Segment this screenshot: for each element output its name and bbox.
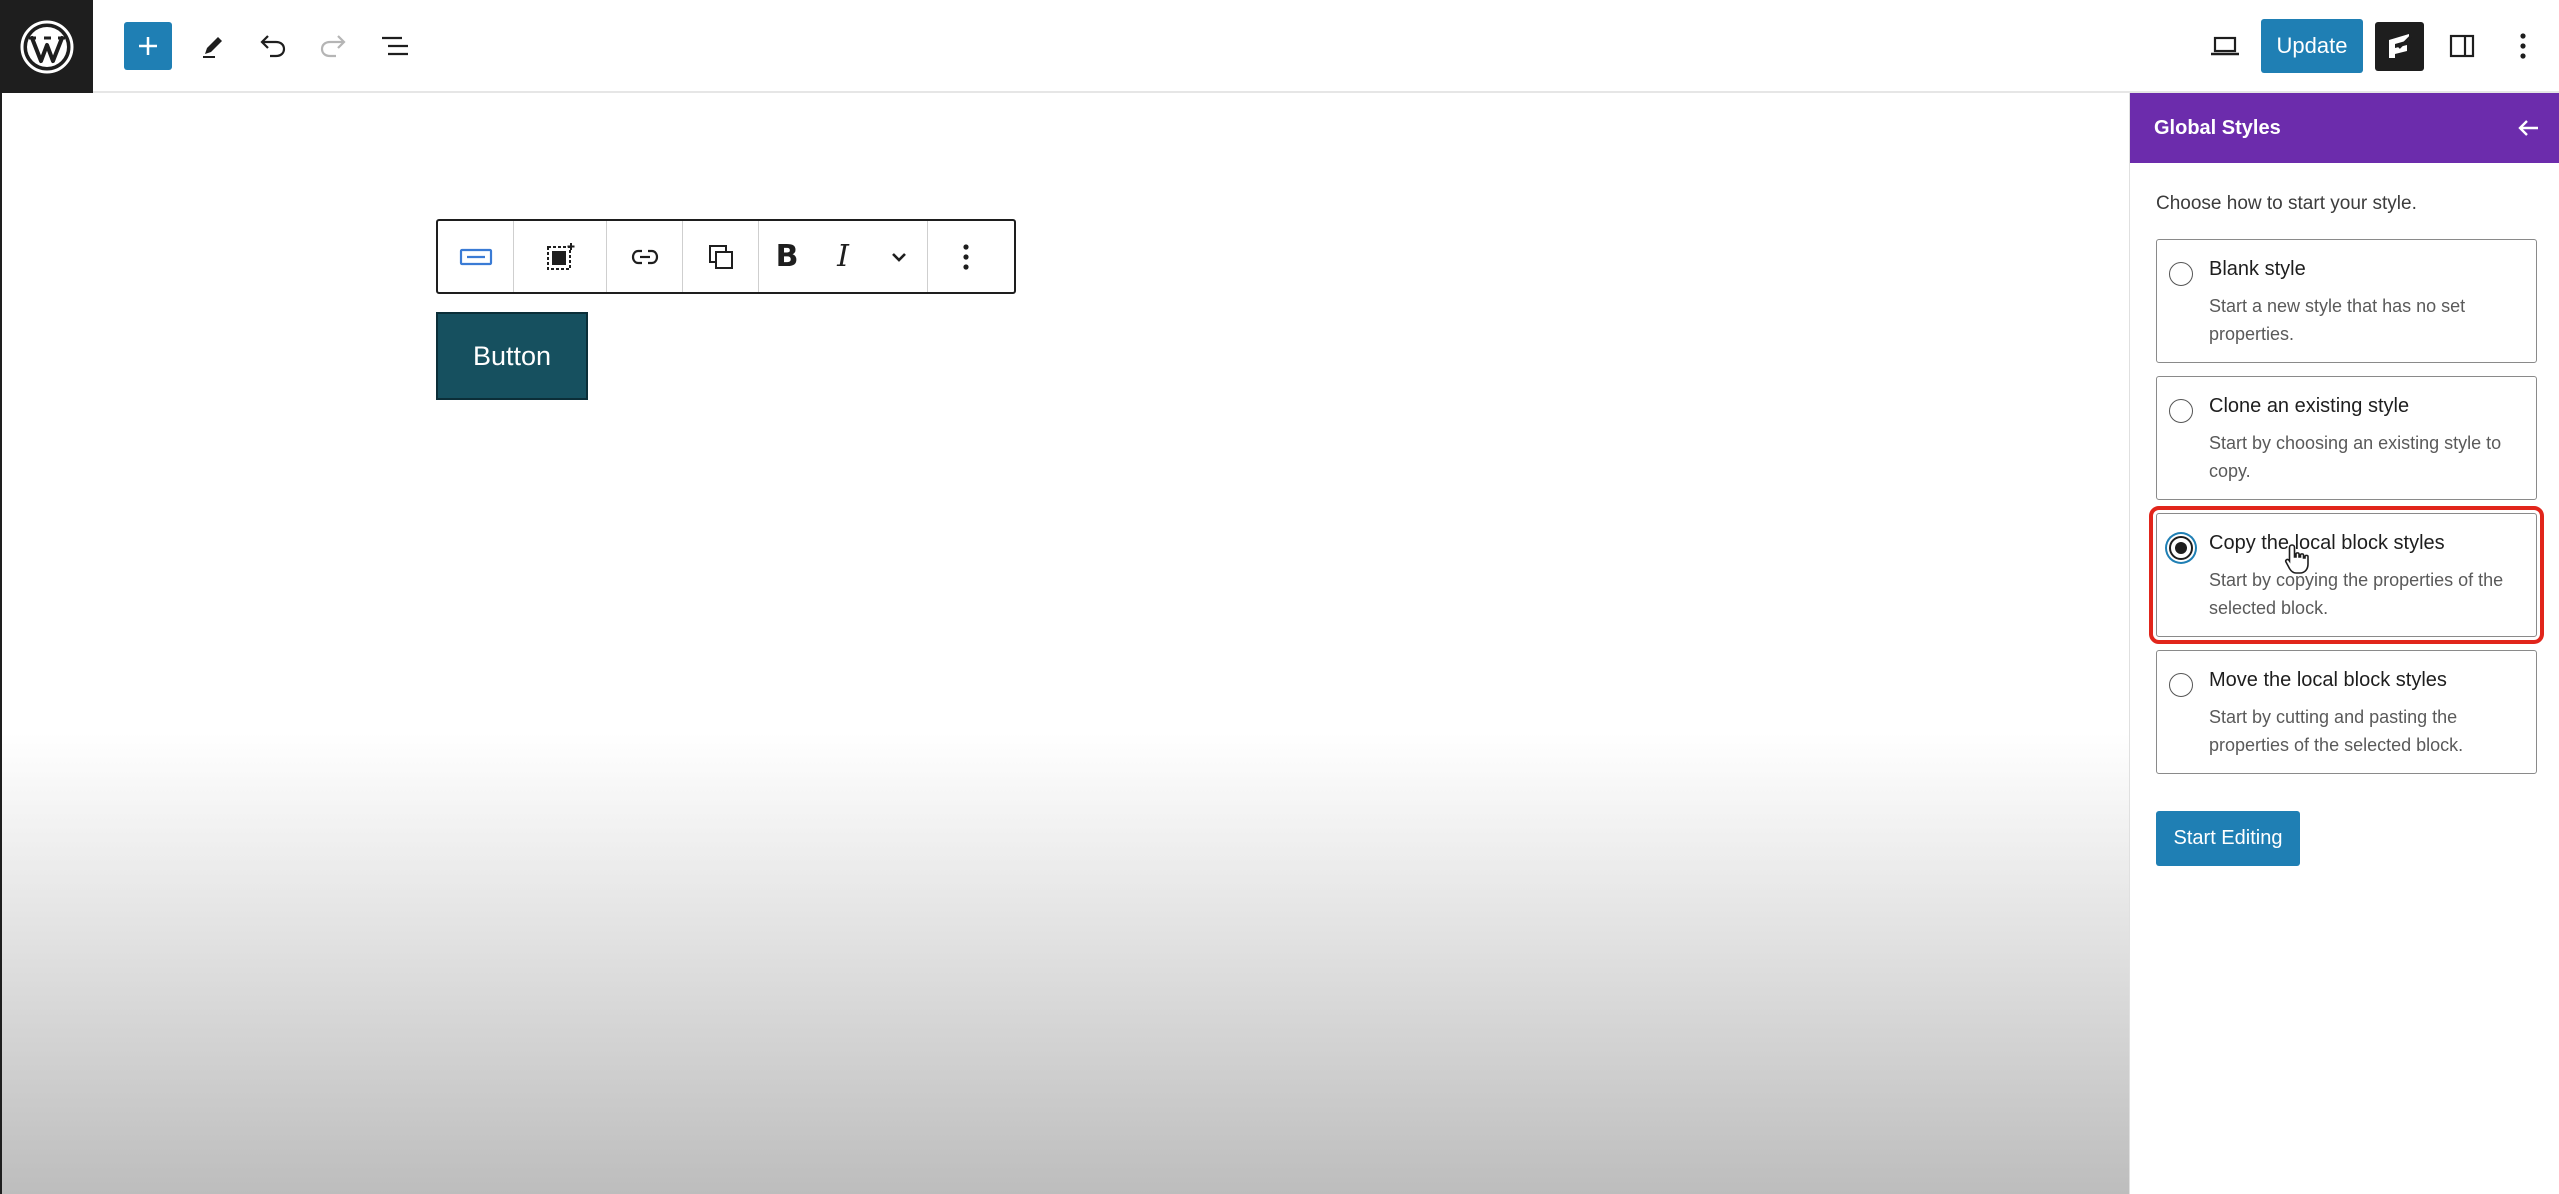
italic-icon: I [837, 239, 849, 274]
chevron-down-icon [892, 252, 906, 262]
add-block-button[interactable] [124, 22, 172, 70]
arrow-left-icon [2518, 120, 2538, 136]
button-block-icon [459, 248, 492, 265]
option-title: Clone an existing style [2209, 395, 2410, 417]
update-button[interactable]: Update [2261, 19, 2363, 73]
radio-move-local-styles[interactable] [2169, 673, 2193, 697]
global-styles-sidebar: Global Styles Choose how to start your s… [2129, 93, 2559, 1194]
tools-button[interactable] [192, 25, 234, 67]
redo-icon [320, 35, 346, 58]
option-title: Copy the local block styles [2209, 532, 2445, 554]
block-toolbar: B I [436, 219, 1016, 294]
list-view-icon [382, 36, 408, 56]
editor-canvas[interactable]: B I Button [0, 93, 2129, 1194]
block-type-button[interactable] [438, 221, 513, 292]
more-options-icon [2520, 33, 2526, 59]
radio-blank-style[interactable] [2169, 262, 2193, 286]
select-parent-button[interactable] [514, 221, 606, 292]
bold-button[interactable]: B [759, 221, 815, 292]
brand-logo-icon [2388, 33, 2412, 58]
duplicate-styles-icon [708, 244, 733, 269]
undo-button[interactable] [252, 25, 294, 67]
start-editing-button[interactable]: Start Editing [2156, 811, 2300, 866]
button-block[interactable]: Button [436, 312, 588, 400]
radio-clone-style[interactable] [2169, 399, 2193, 423]
preview-button[interactable] [2204, 25, 2246, 67]
option-move-local-styles[interactable]: Move the local block styles Start by cut… [2156, 650, 2537, 774]
global-styles-title: Global Styles [2154, 116, 2281, 139]
desktop-preview-icon [2211, 36, 2239, 56]
option-title: Blank style [2209, 258, 2306, 280]
undo-icon [260, 35, 286, 58]
global-styles-intro: Choose how to start your style. [2156, 193, 2417, 214]
editor-topbar: Update [0, 0, 2559, 93]
options-button[interactable] [2505, 25, 2541, 67]
option-description: Start by cutting and pasting the propert… [2209, 707, 2464, 755]
settings-sidebar-button[interactable] [2441, 25, 2483, 67]
option-copy-local-styles[interactable]: Copy the local block styles Start by cop… [2149, 506, 2544, 644]
global-styles-header: Global Styles [2130, 93, 2559, 163]
more-formatting-button[interactable] [871, 221, 927, 292]
option-description: Start by copying the properties of the s… [2209, 570, 2504, 618]
select-parent-icon [547, 242, 575, 270]
plus-icon [139, 37, 157, 55]
option-clone-style[interactable]: Clone an existing style Start by choosin… [2156, 376, 2537, 500]
link-button[interactable] [607, 221, 682, 292]
pencil-icon [203, 37, 222, 58]
list-view-button[interactable] [374, 25, 416, 67]
link-icon [631, 249, 658, 264]
back-button[interactable] [2510, 110, 2546, 146]
redo-button[interactable] [312, 25, 354, 67]
option-description: Start a new style that has no set proper… [2209, 296, 2466, 344]
option-blank-style[interactable]: Blank style Start a new style that has n… [2156, 239, 2537, 363]
hand-cursor-icon [2284, 544, 2309, 574]
wordpress-logo-icon [20, 20, 73, 73]
radio-copy-local-styles[interactable] [2169, 536, 2193, 560]
block-options-button[interactable] [928, 221, 1003, 292]
italic-button[interactable]: I [815, 221, 871, 292]
bold-icon: B [775, 239, 799, 274]
option-description: Start by choosing an existing style to c… [2209, 433, 2502, 481]
more-vertical-icon [962, 243, 969, 270]
wordpress-logo[interactable] [0, 0, 93, 93]
copy-styles-button[interactable] [683, 221, 758, 292]
sidebar-toggle-icon [2449, 34, 2475, 58]
option-title: Move the local block styles [2209, 669, 2447, 691]
plugin-button[interactable] [2375, 22, 2424, 71]
